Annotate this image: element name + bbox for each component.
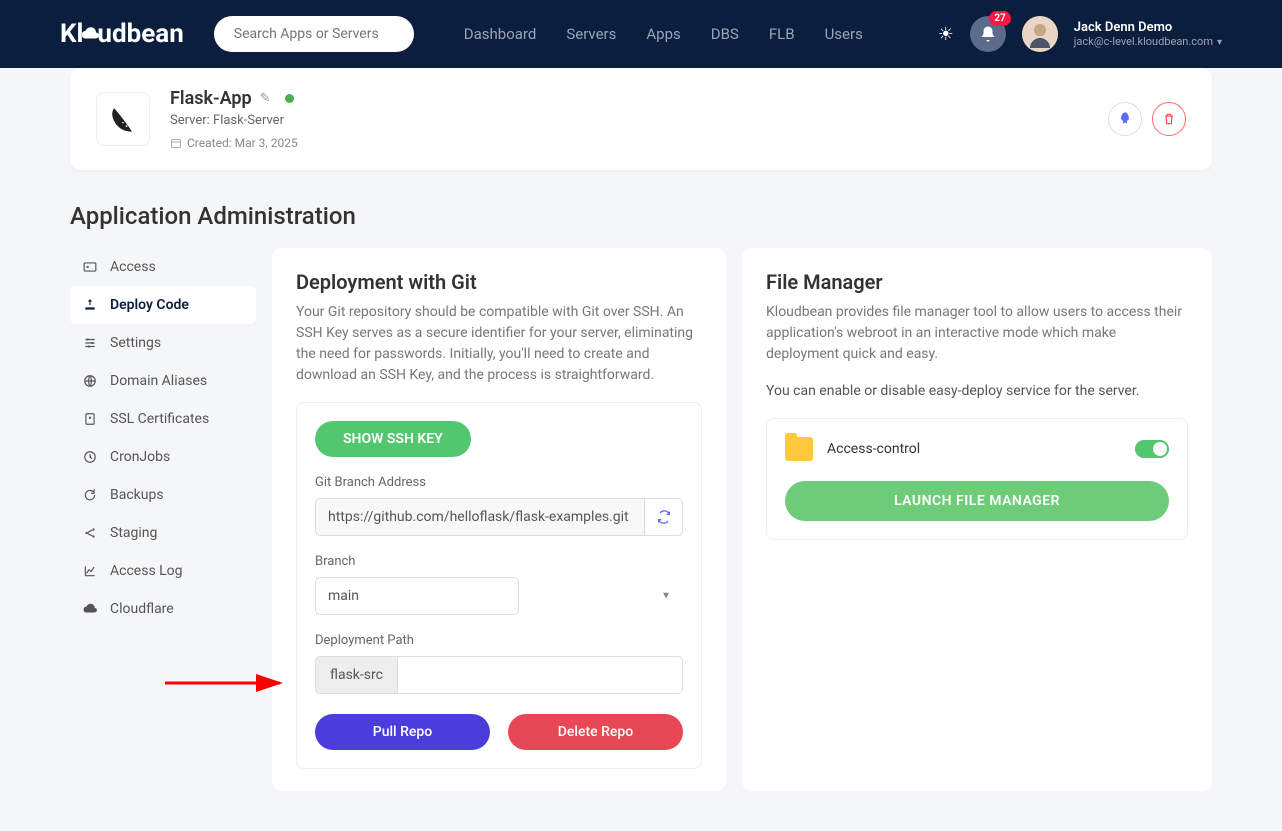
- app-summary-card: Flask-App ✎ Server: Flask-Server Created…: [70, 68, 1212, 170]
- sidebar-label: SSL Certificates: [110, 411, 209, 427]
- branch-address-label: Git Branch Address: [315, 475, 683, 490]
- chart-icon: [82, 564, 98, 578]
- sidebar-label: Settings: [110, 335, 161, 351]
- branch-label: Branch: [315, 554, 683, 569]
- git-deployment-panel: Deployment with Git Your Git repository …: [272, 248, 726, 791]
- notification-badge: 27: [989, 11, 1010, 26]
- fm-title: File Manager: [766, 270, 1188, 294]
- fm-desc: Kloudbean provides file manager tool to …: [766, 302, 1188, 365]
- folder-icon: [785, 437, 813, 461]
- globe-icon: [82, 374, 98, 388]
- sidebar-label: Staging: [110, 525, 157, 541]
- sidebar-item-accesslog[interactable]: Access Log: [70, 552, 256, 590]
- git-panel-desc: Your Git repository should be compatible…: [296, 302, 702, 386]
- logo[interactable]: Kludbean: [60, 19, 184, 49]
- refresh-branch-button[interactable]: [645, 498, 683, 536]
- certificate-icon: [82, 412, 98, 426]
- delete-app-button[interactable]: [1152, 102, 1186, 136]
- person-card-icon: [82, 260, 98, 274]
- cloud-icon: [82, 602, 98, 616]
- pull-repo-button[interactable]: Pull Repo: [315, 714, 490, 750]
- sidebar-label: Access Log: [110, 563, 183, 579]
- sidebar-item-access[interactable]: Access: [70, 248, 256, 286]
- sidebar-label: Access: [110, 259, 156, 275]
- sidebar-item-ssl[interactable]: SSL Certificates: [70, 400, 256, 438]
- sliders-icon: [82, 336, 98, 350]
- sidebar: Access Deploy Code Settings Domain Alias…: [70, 248, 256, 628]
- deployment-path-input[interactable]: [398, 656, 683, 694]
- refresh-icon: [82, 488, 98, 502]
- launch-button[interactable]: [1108, 102, 1142, 136]
- search-input[interactable]: [214, 16, 414, 52]
- user-name: Jack Denn Demo: [1074, 20, 1222, 35]
- sidebar-label: Backups: [110, 487, 164, 503]
- nav-flb[interactable]: FLB: [769, 25, 795, 43]
- sidebar-label: Deploy Code: [110, 297, 189, 313]
- nav-dashboard[interactable]: Dashboard: [464, 25, 537, 43]
- notifications-button[interactable]: 27: [970, 16, 1006, 52]
- sidebar-item-cron[interactable]: CronJobs: [70, 438, 256, 476]
- branch-select[interactable]: [315, 577, 519, 615]
- nav-dbs[interactable]: DBS: [711, 25, 739, 43]
- nav-links: Dashboard Servers Apps DBS FLB Users: [464, 25, 863, 43]
- fm-note: You can enable or disable easy-deploy se…: [766, 381, 1188, 402]
- sidebar-item-deploy[interactable]: Deploy Code: [70, 286, 256, 324]
- section-title: Application Administration: [70, 202, 1212, 230]
- path-prefix: flask-src: [315, 656, 398, 694]
- sidebar-item-cloudflare[interactable]: Cloudflare: [70, 590, 256, 628]
- show-ssh-key-button[interactable]: SHOW SSH KEY: [315, 421, 471, 457]
- deployment-path-label: Deployment Path: [315, 633, 683, 648]
- nav-apps[interactable]: Apps: [646, 25, 680, 43]
- sidebar-item-backups[interactable]: Backups: [70, 476, 256, 514]
- rocket-icon: [1117, 111, 1133, 127]
- sidebar-label: Domain Aliases: [110, 373, 207, 389]
- edit-app-name-button[interactable]: ✎: [260, 91, 271, 106]
- launch-file-manager-button[interactable]: LAUNCH FILE MANAGER: [785, 481, 1169, 521]
- sidebar-label: CronJobs: [110, 449, 170, 465]
- avatar[interactable]: [1022, 16, 1058, 52]
- clock-icon: [82, 450, 98, 464]
- theme-toggle-icon[interactable]: ☀: [938, 24, 954, 45]
- trash-icon: [1162, 112, 1176, 126]
- delete-repo-button[interactable]: Delete Repo: [508, 714, 683, 750]
- app-created: Created: Mar 3, 2025: [170, 136, 1088, 150]
- file-manager-panel: File Manager Kloudbean provides file man…: [742, 248, 1212, 791]
- dropdown-arrow-icon: ▼: [661, 591, 671, 602]
- sync-icon: [656, 509, 672, 525]
- user-menu[interactable]: Jack Denn Demo jack@c-level.kloudbean.co…: [1074, 20, 1222, 48]
- app-icon: [96, 92, 150, 146]
- nav-users[interactable]: Users: [825, 25, 863, 43]
- nav-servers[interactable]: Servers: [566, 25, 616, 43]
- top-header: Kludbean Dashboard Servers Apps DBS FLB …: [0, 0, 1282, 68]
- bell-icon: [979, 25, 997, 43]
- sidebar-item-staging[interactable]: Staging: [70, 514, 256, 552]
- sidebar-item-settings[interactable]: Settings: [70, 324, 256, 362]
- chevron-down-icon: ▾: [1217, 37, 1222, 48]
- staging-icon: [82, 526, 98, 540]
- sidebar-item-domains[interactable]: Domain Aliases: [70, 362, 256, 400]
- status-dot: [285, 94, 294, 103]
- access-control-toggle[interactable]: [1135, 440, 1169, 458]
- app-title: Flask-App: [170, 88, 252, 109]
- user-email: jack@c-level.kloudbean.com▾: [1074, 35, 1222, 48]
- fm-item-label: Access-control: [827, 441, 1121, 457]
- deploy-icon: [82, 298, 98, 312]
- branch-address-input[interactable]: [315, 498, 645, 536]
- calendar-icon: [170, 137, 182, 149]
- app-server: Server: Flask-Server: [170, 113, 1088, 128]
- git-panel-title: Deployment with Git: [296, 270, 702, 294]
- sidebar-label: Cloudflare: [110, 601, 174, 617]
